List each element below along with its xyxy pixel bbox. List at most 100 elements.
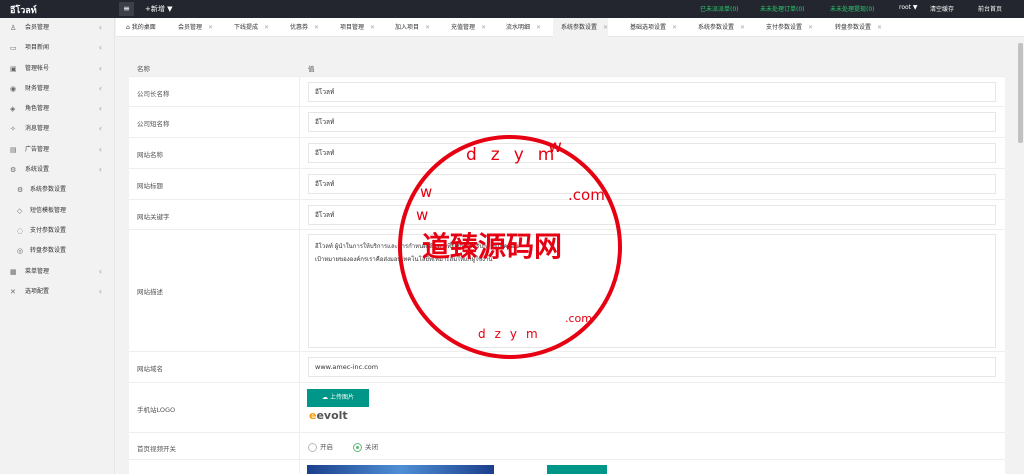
- company-long-name-input[interactable]: อีโวลท์: [308, 82, 996, 102]
- wheel-icon: ◎: [17, 247, 24, 256]
- chevron-icon: ‹: [98, 165, 102, 175]
- table-header: 名称 值: [129, 56, 1005, 77]
- scrollbar[interactable]: [1017, 37, 1024, 474]
- close-icon[interactable]: ✕: [370, 24, 375, 31]
- close-icon[interactable]: ✕: [672, 24, 677, 31]
- tab-system-params-2[interactable]: 系统参数设置 ✕: [690, 18, 745, 37]
- table-row: 公司长名称 อีโวลท์: [129, 77, 1005, 107]
- tag-icon: ◇: [17, 206, 23, 215]
- gear-icon: ⚙: [10, 166, 17, 175]
- tab-commission[interactable]: 下线提成 ✕: [226, 18, 269, 37]
- settings-table: 名称 值 公司长名称 อีโวลท์ 公司短名称 อีโวลท์ 网站名称 อี…: [129, 56, 1005, 474]
- user-icon: ♙: [10, 24, 17, 32]
- close-icon[interactable]: ✕: [536, 24, 541, 31]
- tab-members[interactable]: 会员管理 ✕: [170, 18, 213, 37]
- video-switch-on-radio[interactable]: 开启: [308, 441, 333, 452]
- table-row: 手机站LOGO ☁ 上传图片 eevolt: [129, 383, 1005, 433]
- sidebar-item-roles[interactable]: ◈ 角色管理 ‹: [0, 99, 114, 119]
- ad-icon: ▤: [10, 145, 17, 154]
- app-logo[interactable]: อีโวลท์: [10, 3, 37, 17]
- menu-icon: ▦: [10, 267, 17, 276]
- chevron-icon: ‹: [98, 144, 102, 154]
- tab-basic-options[interactable]: 基础选项设置 ✕: [622, 18, 677, 37]
- sidebar-item-news[interactable]: ▭ 项目新闻 ‹: [0, 38, 114, 58]
- sidebar-item-options[interactable]: ✕ 选项配置 ‹: [0, 282, 114, 302]
- close-icon[interactable]: ✕: [603, 24, 608, 31]
- table-row: 公司短名称 อีโวลท์: [129, 107, 1005, 138]
- sidebar-item-ads[interactable]: ▤ 广告管理 ‹: [0, 140, 114, 160]
- shield-icon: ◈: [10, 105, 16, 114]
- chevron-icon: ‹: [98, 43, 102, 53]
- tab-recharge[interactable]: 充值管理 ✕: [443, 18, 486, 37]
- tab-transactions[interactable]: 流水明细 ✕: [498, 18, 541, 37]
- sidebar: ♙ 会员管理 ‹ ▭ 项目新闻 ‹ ▣ 管理帐号 ‹ ◉ 财务管理 ‹ ◈ 角色管理 ‹ ✧ 消息管理…: [0, 18, 115, 474]
- site-keywords-input[interactable]: อีโวลท์: [308, 205, 996, 225]
- clear-cache-link[interactable]: 清空缓存: [930, 4, 954, 13]
- close-icon[interactable]: ✕: [808, 24, 813, 31]
- tab-my-desktop[interactable]: ⌂ 我的桌面: [118, 18, 156, 37]
- menu-toggle-icon[interactable]: ≡: [119, 2, 134, 16]
- tab-coupons[interactable]: 优惠券 ✕: [282, 18, 319, 37]
- tab-projects[interactable]: 项目管理 ✕: [332, 18, 375, 37]
- tab-bar: ⌂ 我的桌面 会员管理 ✕ 下线提成 ✕ 优惠券 ✕ 项目管理 ✕ 加入项目 ✕ 充值管理…: [116, 18, 1024, 37]
- close-icon[interactable]: ✕: [877, 24, 882, 31]
- table-row: 网站关键字 อีโวลท์: [129, 200, 1005, 230]
- table-row: 网站名称 อีโวลท์: [129, 138, 1005, 169]
- top-link-pending-dispatch[interactable]: 已未派派单(0): [700, 4, 739, 13]
- sidebar-item-messages[interactable]: ✧ 消息管理 ‹: [0, 119, 114, 139]
- chevron-icon: ‹: [98, 104, 102, 114]
- sidebar-item-payment-params[interactable]: ◌ 支付参数设置: [0, 221, 114, 241]
- tab-payment-params[interactable]: 支付参数设置 ✕: [758, 18, 813, 37]
- sidebar-item-finance[interactable]: ◉ 财务管理 ‹: [0, 79, 114, 99]
- sidebar-item-wheel-params[interactable]: ◎ 转盘参数设置: [0, 241, 114, 261]
- sidebar-item-system-settings[interactable]: ⚙ 系统设置 ‹: [0, 160, 114, 180]
- new-dropdown-button[interactable]: +新增 ▼: [145, 4, 172, 14]
- chevron-icon: ‹: [98, 23, 102, 32]
- sidebar-item-system-params[interactable]: ⚙ 系统参数设置: [0, 180, 114, 200]
- close-icon[interactable]: ✕: [425, 24, 430, 31]
- close-icon[interactable]: ✕: [208, 24, 213, 31]
- sidebar-item-sms-templates[interactable]: ◇ 短信模板管理: [0, 201, 114, 221]
- admin-icon: ▣: [10, 64, 17, 73]
- dollar-icon: ◌: [17, 226, 24, 235]
- close-icon[interactable]: ✕: [314, 24, 319, 31]
- settings-icon: ⚙: [17, 186, 24, 195]
- user-menu[interactable]: root ▼: [899, 4, 918, 11]
- tab-join-project[interactable]: 加入项目 ✕: [387, 18, 430, 37]
- table-row: 网站标题 อีโวลท์: [129, 169, 1005, 200]
- top-link-pending-orders[interactable]: 未未处理订单(0): [760, 4, 805, 13]
- video-switch-off-radio[interactable]: 关闭: [353, 441, 378, 452]
- link-icon: ✕: [10, 287, 16, 296]
- company-short-name-input[interactable]: อีโวลท์: [308, 112, 996, 132]
- close-icon[interactable]: ✕: [481, 24, 486, 31]
- mobile-logo-preview: eevolt: [309, 409, 348, 422]
- site-domain-input[interactable]: www.amec-inc.com: [308, 357, 996, 377]
- site-description-textarea[interactable]: อีโวลท์ ผู้นำในการให้บริการและการกำหนดเส…: [308, 234, 996, 348]
- chevron-icon: ‹: [98, 266, 102, 276]
- finance-icon: ◉: [10, 84, 17, 93]
- top-link-pending-withdraw[interactable]: 未未处理提现(0): [830, 4, 875, 13]
- site-title-input[interactable]: อีโวลท์: [308, 174, 996, 194]
- table-row: 首页视频开关 开启 关闭: [129, 433, 1005, 460]
- chevron-icon: ‹: [98, 286, 102, 296]
- close-icon[interactable]: ✕: [264, 24, 269, 31]
- upload-image-button[interactable]: ☁ 上传图片: [307, 389, 369, 407]
- video-upload-button[interactable]: [547, 465, 607, 474]
- header-name: 名称: [137, 65, 150, 73]
- tab-wheel-params[interactable]: 转盘参数设置 ✕: [827, 18, 882, 37]
- close-icon[interactable]: ✕: [740, 24, 745, 31]
- chevron-icon: ‹: [98, 124, 102, 134]
- table-row: 网站描述 อีโวลท์ ผู้นำในการให้บริการและการกำ…: [129, 230, 1005, 352]
- chevron-icon: ‹: [98, 83, 102, 93]
- header-value: 值: [308, 65, 315, 73]
- main-content: 名称 值 公司长名称 อีโวลท์ 公司短名称 อีโวลท์ 网站名称 อี…: [116, 37, 1024, 474]
- tab-system-params[interactable]: 系统参数设置 ✕: [553, 18, 609, 37]
- sidebar-item-members[interactable]: ♙ 会员管理 ‹: [0, 18, 114, 38]
- video-preview-image: [307, 465, 494, 474]
- table-row: 网站域名 www.amec-inc.com: [129, 352, 1005, 383]
- sidebar-item-menus[interactable]: ▦ 菜单管理 ‹: [0, 262, 114, 282]
- chevron-icon: ‹: [98, 63, 102, 73]
- site-name-input[interactable]: อีโวลท์: [308, 143, 996, 163]
- sidebar-item-accounts[interactable]: ▣ 管理帐号 ‹: [0, 59, 114, 79]
- frontend-home-link[interactable]: 前台首页: [978, 4, 1002, 13]
